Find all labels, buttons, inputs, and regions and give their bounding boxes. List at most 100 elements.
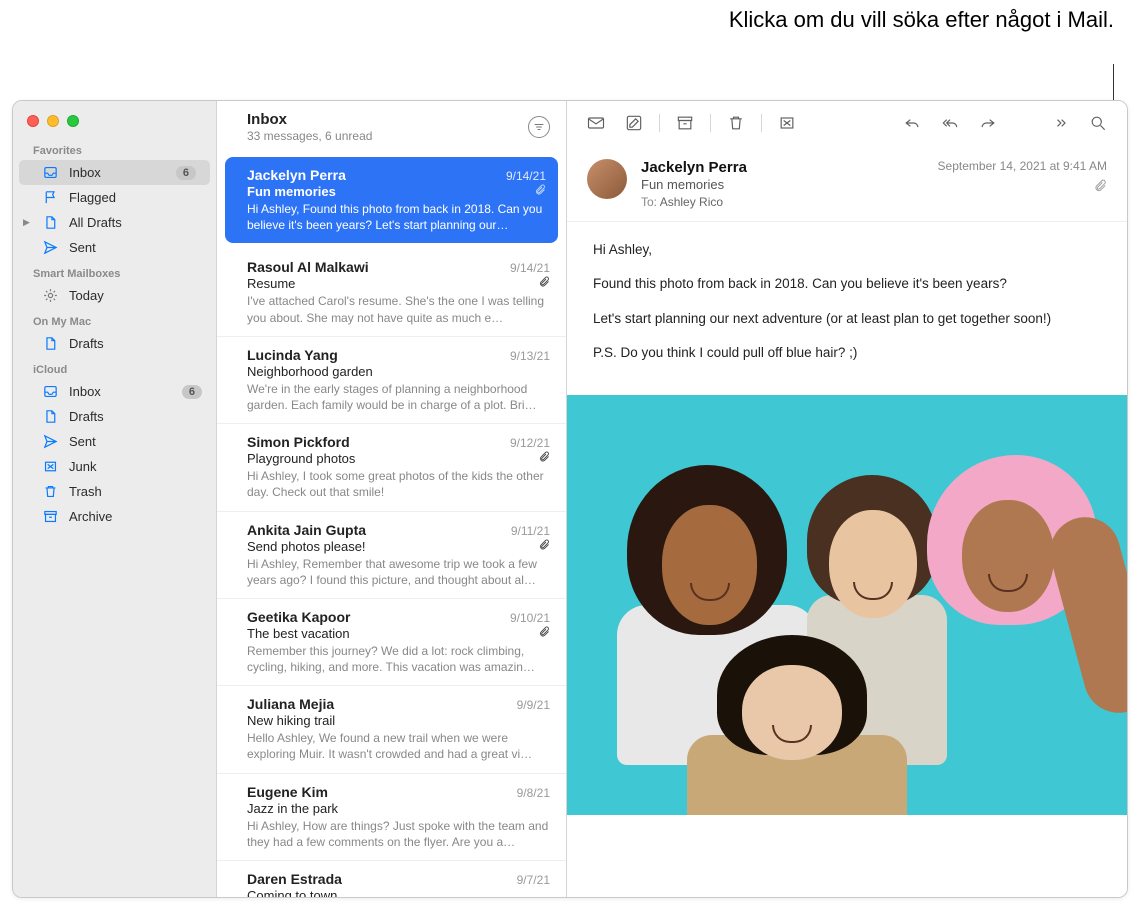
minimize-button[interactable] <box>47 115 59 127</box>
msg-preview: Hi Ashley, Remember that awesome trip we… <box>247 556 550 588</box>
sidebar-item-label: Flagged <box>69 190 116 205</box>
doc-icon <box>41 335 59 352</box>
msg-preview: Hello Ashley, We found a new trail when … <box>247 730 550 762</box>
sidebar-item-sent[interactable]: Sent <box>13 429 216 454</box>
sidebar-item-label: Archive <box>69 509 112 524</box>
sidebar-item-inbox[interactable]: Inbox6 <box>19 160 210 185</box>
msg-preview: I've attached Carol's resume. She's the … <box>247 293 550 325</box>
doc-icon <box>41 408 59 425</box>
attachment-icon <box>938 179 1107 196</box>
message-item[interactable]: Geetika Kapoor9/10/21The best vacationRe… <box>217 599 566 686</box>
msg-date: 9/10/21 <box>510 611 550 625</box>
message-list-pane: Inbox 33 messages, 6 unread Jackelyn Per… <box>217 101 567 897</box>
close-button[interactable] <box>27 115 39 127</box>
attachment-icon <box>538 451 550 466</box>
mail-paragraph: Let's start planning our next adventure … <box>593 309 1101 329</box>
more-icon[interactable] <box>1043 109 1077 137</box>
msg-subject: Coming to town <box>247 888 550 897</box>
sidebar-item-sent[interactable]: Sent <box>13 235 216 260</box>
sidebar-item-inbox[interactable]: Inbox6 <box>13 379 216 404</box>
flag-icon <box>41 189 59 206</box>
message-item[interactable]: Juliana Mejia9/9/21New hiking trailHello… <box>217 686 566 773</box>
help-annotation: Klicka om du vill söka efter något i Mai… <box>729 6 1114 34</box>
compose-icon[interactable] <box>617 109 651 137</box>
archive-icon[interactable] <box>668 109 702 137</box>
toolbar-separator <box>659 114 660 132</box>
mail-to: To: Ashley Rico <box>641 195 924 209</box>
forward-icon[interactable] <box>971 109 1005 137</box>
message-item[interactable]: Lucinda Yang9/13/21Neighborhood gardenWe… <box>217 337 566 424</box>
message-list: Jackelyn Perra9/14/21Fun memoriesHi Ashl… <box>217 151 566 897</box>
reply-all-icon[interactable] <box>933 109 967 137</box>
msg-preview: Hi Ashley, How are things? Just spoke wi… <box>247 818 550 850</box>
msg-sender: Eugene Kim <box>247 784 517 800</box>
sidebar: FavoritesInbox6Flagged▶All DraftsSentSma… <box>13 101 217 897</box>
mail-paragraph: Hi Ashley, <box>593 240 1101 260</box>
sidebar-item-label: All Drafts <box>69 215 122 230</box>
message-item[interactable]: Rasoul Al Malkawi9/14/21ResumeI've attac… <box>217 249 566 336</box>
message-pane: Jackelyn Perra Fun memories To: Ashley R… <box>567 101 1127 897</box>
archive-icon <box>41 508 59 525</box>
mail-paragraph: P.S. Do you think I could pull off blue … <box>593 343 1101 363</box>
sidebar-item-label: Drafts <box>69 336 104 351</box>
sidebar-item-archive[interactable]: Archive <box>13 504 216 529</box>
zoom-button[interactable] <box>67 115 79 127</box>
sidebar-item-label: Inbox <box>69 384 101 399</box>
msg-sender: Jackelyn Perra <box>247 167 506 183</box>
msg-sender: Juliana Mejia <box>247 696 517 712</box>
sidebar-section-header: Favorites <box>13 137 216 160</box>
msg-subject: Playground photos <box>247 451 538 466</box>
junk-icon <box>41 458 59 475</box>
message-item[interactable]: Daren Estrada9/7/21Coming to townHey, st… <box>217 861 566 897</box>
msg-date: 9/7/21 <box>517 873 550 887</box>
to-label: To: <box>641 195 657 209</box>
search-icon[interactable] <box>1081 109 1115 137</box>
attachment-icon <box>538 626 550 641</box>
msg-sender: Ankita Jain Gupta <box>247 522 511 538</box>
sidebar-item-junk[interactable]: Junk <box>13 454 216 479</box>
filter-button[interactable] <box>528 116 550 138</box>
msg-sender: Geetika Kapoor <box>247 609 510 625</box>
msg-preview: Hi Ashley, I took some great photos of t… <box>247 468 550 500</box>
inbox-icon <box>41 383 59 400</box>
attachment-icon <box>538 276 550 291</box>
sidebar-item-today[interactable]: Today <box>13 283 216 308</box>
mail-window: FavoritesInbox6Flagged▶All DraftsSentSma… <box>12 100 1128 898</box>
sidebar-item-drafts[interactable]: Drafts <box>13 404 216 429</box>
msg-subject: New hiking trail <box>247 713 550 728</box>
message-item[interactable]: Jackelyn Perra9/14/21Fun memoriesHi Ashl… <box>225 157 558 243</box>
sidebar-item-label: Sent <box>69 240 96 255</box>
send-icon <box>41 239 59 256</box>
sidebar-section-header: Smart Mailboxes <box>13 260 216 283</box>
attachment-icon <box>534 184 546 199</box>
msg-subject: Send photos please! <box>247 539 538 554</box>
sidebar-item-label: Trash <box>69 484 102 499</box>
toolbar-separator <box>761 114 762 132</box>
message-item[interactable]: Simon Pickford9/12/21Playground photosHi… <box>217 424 566 511</box>
mail-subject: Fun memories <box>641 177 924 192</box>
mail-attachment-image <box>567 395 1127 815</box>
junk-icon[interactable] <box>770 109 804 137</box>
sidebar-item-drafts[interactable]: Drafts <box>13 331 216 356</box>
msg-date: 9/8/21 <box>517 786 550 800</box>
chevron-right-icon: ▶ <box>23 217 30 228</box>
reply-icon[interactable] <box>895 109 929 137</box>
sidebar-item-label: Today <box>69 288 104 303</box>
mark-read-icon[interactable] <box>579 109 613 137</box>
message-item[interactable]: Ankita Jain Gupta9/11/21Send photos plea… <box>217 512 566 599</box>
sidebar-item-all-drafts[interactable]: ▶ All Drafts <box>13 210 216 235</box>
window-controls <box>13 107 216 137</box>
msg-preview: We're in the early stages of planning a … <box>247 381 550 413</box>
msg-date: 9/14/21 <box>510 261 550 275</box>
sidebar-item-label: Sent <box>69 434 96 449</box>
delete-icon[interactable] <box>719 109 753 137</box>
sidebar-item-trash[interactable]: Trash <box>13 479 216 504</box>
msg-sender: Rasoul Al Malkawi <box>247 259 510 275</box>
msg-sender: Simon Pickford <box>247 434 510 450</box>
message-item[interactable]: Eugene Kim9/8/21Jazz in the parkHi Ashle… <box>217 774 566 861</box>
msg-date: 9/13/21 <box>510 349 550 363</box>
annotation-pointer <box>1113 64 1114 104</box>
sidebar-item-flagged[interactable]: Flagged <box>13 185 216 210</box>
mail-header: Jackelyn Perra Fun memories To: Ashley R… <box>567 145 1127 222</box>
message-list-header: Inbox 33 messages, 6 unread <box>217 101 566 151</box>
